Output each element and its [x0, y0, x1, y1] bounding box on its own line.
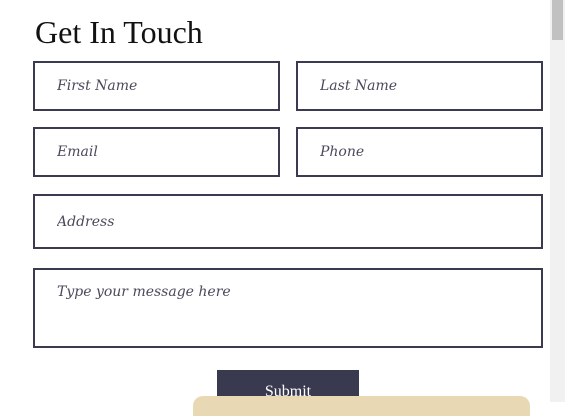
scrollbar-thumb[interactable] — [552, 0, 563, 40]
first-name-field[interactable] — [33, 61, 280, 111]
page-scrollbar[interactable] — [550, 0, 565, 402]
page-title: Get In Touch — [35, 14, 203, 50]
message-field[interactable] — [33, 268, 543, 348]
cookie-banner-edge[interactable] — [193, 396, 530, 416]
phone-field[interactable] — [296, 127, 543, 177]
address-field[interactable] — [33, 194, 543, 249]
last-name-field[interactable] — [296, 61, 543, 111]
contact-page: Get In Touch Submit — [0, 0, 550, 416]
email-field[interactable] — [33, 127, 280, 177]
